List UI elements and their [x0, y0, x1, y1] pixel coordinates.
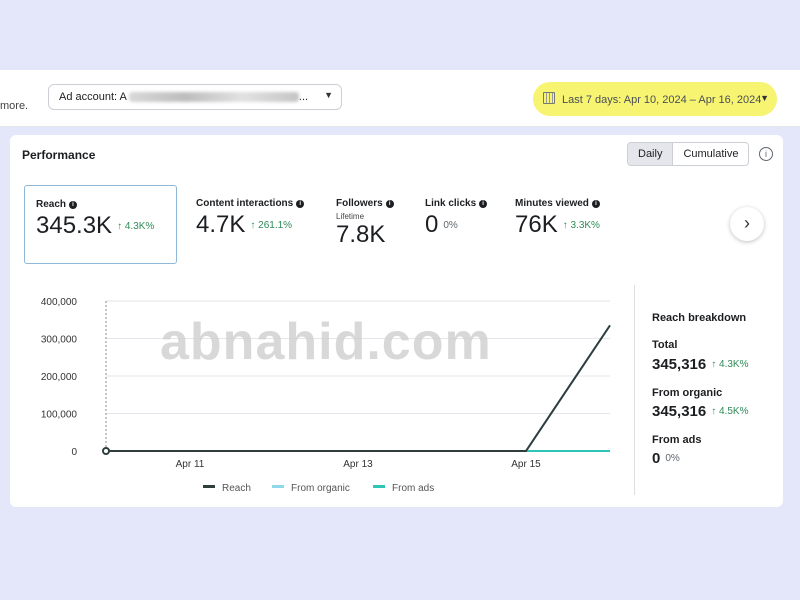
metric-label: Minutes viewed — [515, 198, 589, 209]
legend-label: Reach — [222, 483, 251, 494]
y-tick-label: 300,000 — [41, 335, 78, 346]
ad-account-label: Ad account: A — [59, 91, 127, 103]
legend-swatch — [272, 485, 284, 488]
date-range-picker[interactable]: Last 7 days: Apr 10, 2024 – Apr 16, 2024… — [533, 82, 777, 116]
y-tick-label: 0 — [71, 447, 77, 458]
calendar-icon — [543, 92, 555, 104]
metric-label: Reach — [36, 199, 67, 210]
see-more-link[interactable]: more. — [0, 100, 28, 112]
legend-item-organic[interactable]: From organic — [272, 483, 350, 494]
performance-title: Performance — [22, 148, 96, 162]
ad-account-selector[interactable]: Ad account: A... ▼ — [48, 84, 342, 110]
x-tick-label: Apr 11 — [176, 459, 205, 470]
legend-item-reach[interactable]: Reach — [203, 483, 251, 494]
info-icon[interactable]: i — [385, 200, 394, 208]
series-line-reach — [106, 324, 611, 452]
ad-account-ellipsis: ... — [298, 91, 309, 103]
metric-label: Followers — [336, 198, 383, 209]
metric-value: 7.8K — [336, 221, 386, 248]
info-icon[interactable]: i — [591, 200, 600, 208]
breakdown-ads-change: 0% — [665, 453, 680, 464]
metric-reach[interactable]: Reach i 345.3K ↑ 4.3K% — [24, 185, 177, 264]
breakdown-title: Reach breakdown — [652, 312, 747, 324]
chevron-right-icon: › — [744, 213, 750, 233]
breakdown-organic-label: From organic — [652, 387, 723, 399]
view-toggle: Daily Cumulative — [627, 142, 750, 166]
breakdown-total: 345,316 ↑ 4.3K% — [652, 356, 748, 374]
breakdown-organic-value: 345,316 — [652, 403, 707, 420]
info-icon[interactable]: i — [759, 147, 773, 161]
daily-toggle-button[interactable]: Daily — [627, 142, 674, 166]
breakdown-ads: 0 0% — [652, 450, 680, 468]
divider — [634, 285, 635, 495]
breakdown-total-value: 345,316 — [652, 356, 707, 373]
info-icon[interactable]: i — [296, 200, 305, 208]
metric-value: 76K — [515, 211, 558, 238]
metric-value: 0 — [425, 211, 439, 238]
metric-value: 4.7K — [196, 211, 246, 238]
legend-item-ads[interactable]: From ads — [373, 483, 434, 494]
metric-change: ↑ 3.3K% — [562, 220, 600, 231]
metric-minutes-viewed[interactable]: Minutes viewed i 76K ↑ 3.3K% — [515, 198, 600, 239]
data-point-marker — [102, 447, 110, 455]
info-icon[interactable]: i — [69, 201, 78, 209]
breakdown-organic-change: ↑ 4.5K% — [711, 406, 749, 417]
y-tick-label: 200,000 — [41, 372, 78, 383]
metric-value: 345.3K — [36, 212, 113, 239]
x-tick-label: Apr 15 — [511, 459, 541, 470]
reach-line-chart: 400,000 300,000 200,000 100,000 0 Apr 11 Apr 1… — [41, 297, 611, 470]
y-tick-label: 100,000 — [41, 410, 78, 421]
metric-followers[interactable]: Followers i Lifetime 7.8K — [336, 198, 394, 249]
next-metrics-button[interactable]: › — [730, 207, 764, 241]
metric-change: ↑ 261.1% — [250, 220, 293, 231]
chevron-down-icon: ▼ — [324, 90, 333, 100]
performance-card: Performance Daily Cumulative i Reach i 34… — [10, 135, 783, 507]
legend-label: From organic — [291, 483, 350, 494]
redacted-account-name — [128, 92, 299, 103]
legend-swatch — [373, 485, 385, 488]
breakdown-organic: 345,316 ↑ 4.5K% — [652, 403, 748, 421]
top-bar: more. Ad account: A... ▼ Last 7 days: Ap… — [0, 70, 800, 127]
breakdown-total-change: ↑ 4.3K% — [711, 359, 749, 370]
legend-swatch — [203, 485, 215, 488]
metric-content-interactions[interactable]: Content interactions i 4.7K ↑ 261.1% — [196, 198, 305, 239]
x-tick-label: Apr 13 — [343, 459, 373, 470]
metric-change: 0% — [443, 220, 458, 231]
metric-label: Link clicks — [425, 198, 477, 209]
breakdown-total-label: Total — [652, 339, 678, 351]
metric-link-clicks[interactable]: Link clicks i 0 0% — [425, 198, 488, 239]
metric-sublabel: Lifetime — [336, 212, 365, 221]
legend-label: From ads — [392, 483, 435, 494]
chevron-down-icon: ▼ — [760, 93, 769, 103]
cumulative-toggle-button[interactable]: Cumulative — [673, 142, 750, 166]
metric-label: Content interactions — [196, 198, 294, 209]
y-tick-label: 400,000 — [41, 297, 78, 308]
breakdown-ads-value: 0 — [652, 450, 661, 467]
metric-change: ↑ 4.3K% — [117, 221, 155, 232]
series-line-from-organic — [106, 324, 611, 452]
date-range-label: Last 7 days: Apr 10, 2024 – Apr 16, 2024 — [562, 94, 762, 106]
info-icon[interactable]: i — [479, 200, 488, 208]
breakdown-ads-label: From ads — [652, 434, 702, 446]
